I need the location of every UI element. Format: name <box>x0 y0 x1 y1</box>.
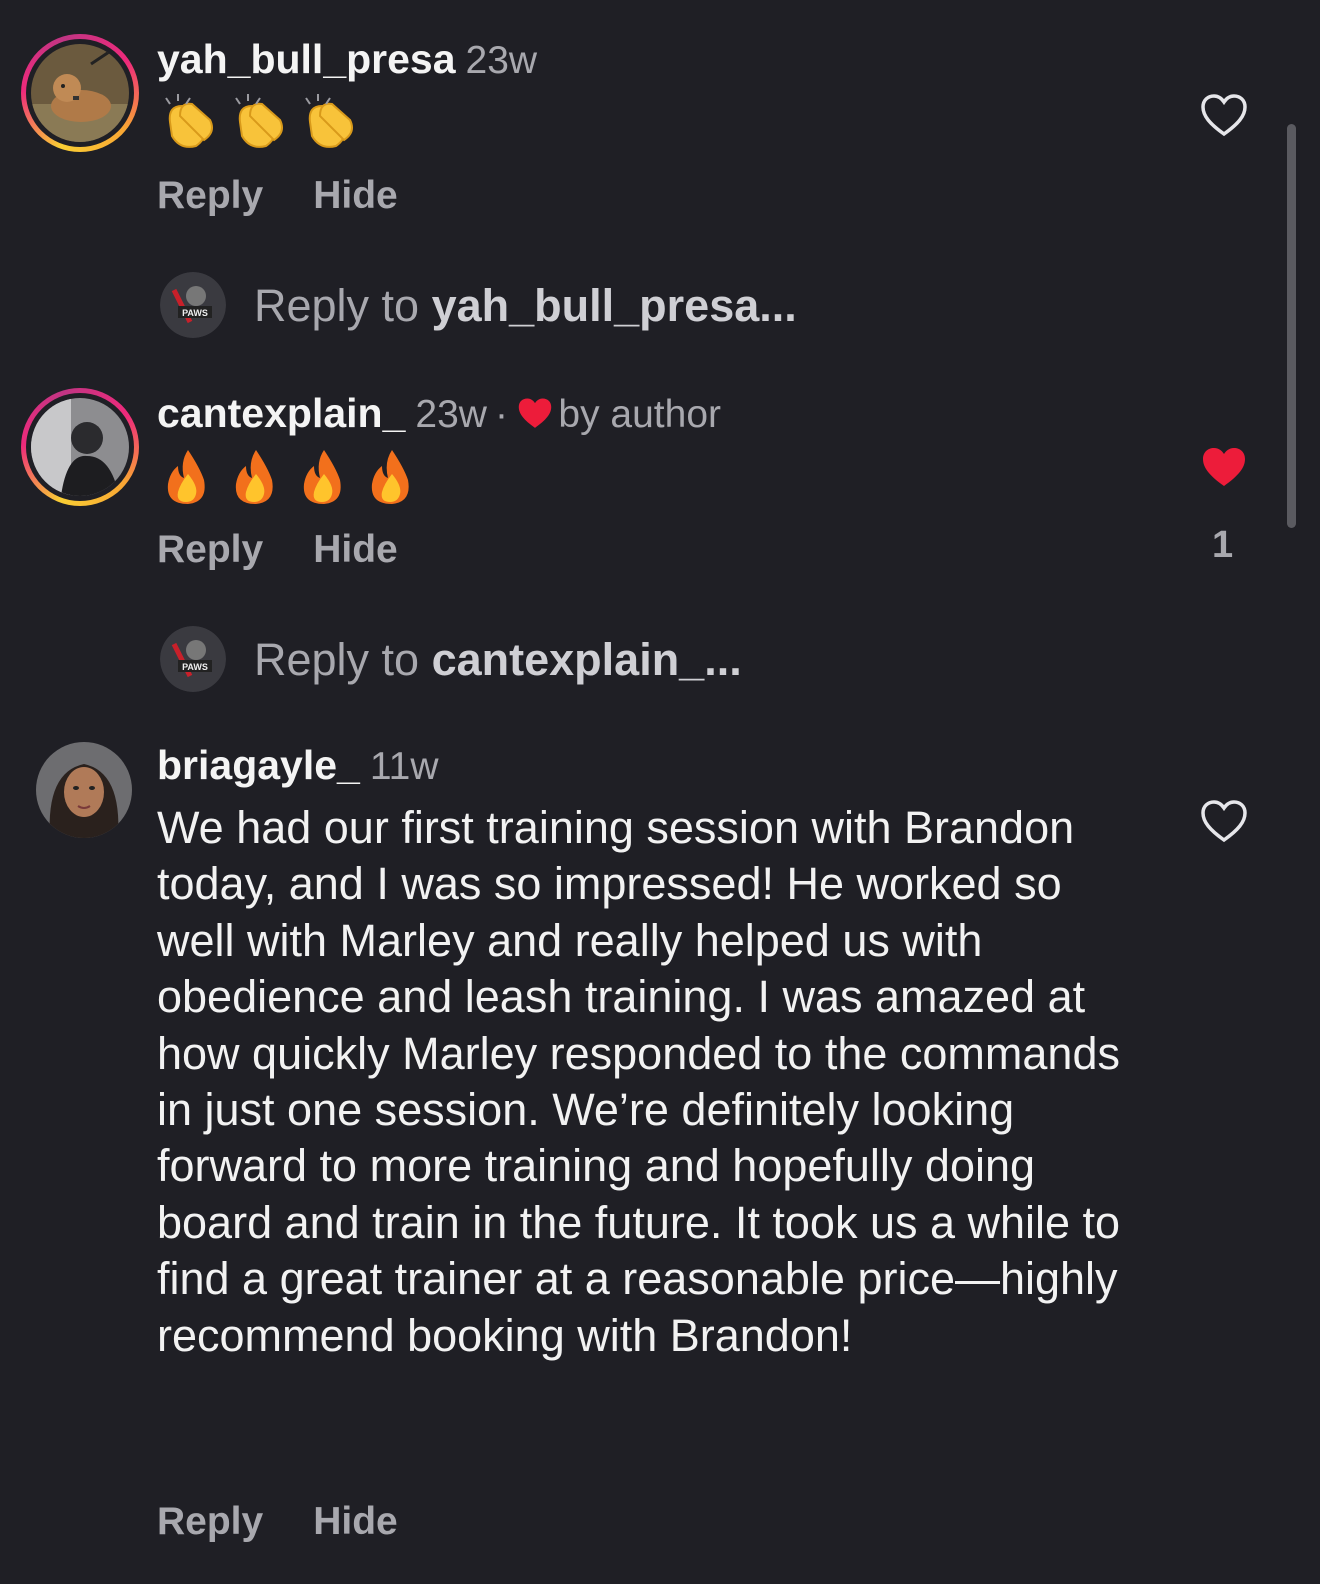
reply-to-target: yah_bull_presa... <box>431 280 797 331</box>
paws-logo-text: PAWS <box>182 662 208 672</box>
person-photo-icon <box>31 398 129 496</box>
dog-photo-icon <box>31 44 129 142</box>
hide-button[interactable]: Hide <box>313 528 398 572</box>
own-profile-avatar: PAWS <box>160 626 226 692</box>
scrollbar[interactable] <box>1287 124 1296 528</box>
comment-actions: Reply Hide <box>157 528 398 572</box>
comments-screen: yah_bull_presa 23w Reply Hide PAWS Reply… <box>0 0 1320 1584</box>
avatar-briagayle[interactable] <box>36 742 132 838</box>
timestamp: 11w <box>369 745 439 788</box>
hide-button[interactable]: Hide <box>313 174 398 218</box>
reply-to-prompt[interactable]: Reply to yah_bull_presa... <box>254 280 797 332</box>
reply-to-prefix: Reply to <box>254 280 432 331</box>
username[interactable]: briagayle_ <box>157 742 360 788</box>
reply-button[interactable]: Reply <box>157 1500 263 1544</box>
comment-header: briagayle_ 11w <box>157 742 439 789</box>
author-heart-icon <box>516 397 554 436</box>
comment-text <box>160 92 372 157</box>
paws-logo-text: PAWS <box>182 308 208 318</box>
person-photo-icon <box>36 742 132 838</box>
like-count: 1 <box>1212 524 1234 566</box>
like-heart-filled-icon[interactable] <box>1200 446 1248 490</box>
separator: · <box>494 393 508 436</box>
hide-button[interactable]: Hide <box>313 1500 398 1544</box>
comment-header: yah_bull_presa 23w <box>157 36 537 83</box>
liked-by-author-label: by author <box>558 393 721 436</box>
clap-emoji-icon <box>160 92 372 157</box>
avatar-yah-bull-presa[interactable] <box>21 34 139 152</box>
comment-actions: Reply Hide <box>157 174 398 218</box>
timestamp: 23w <box>465 39 538 82</box>
avatar-cantexplain[interactable] <box>21 388 139 506</box>
like-heart-outline-icon[interactable] <box>1200 94 1248 138</box>
username[interactable]: yah_bull_presa <box>157 36 456 82</box>
username[interactable]: cantexplain_ <box>157 390 405 436</box>
reply-to-prompt[interactable]: Reply to cantexplain_... <box>254 634 742 686</box>
timestamp: 23w <box>415 393 487 436</box>
reply-button[interactable]: Reply <box>157 528 263 572</box>
reply-to-prefix: Reply to <box>254 634 432 685</box>
reply-button[interactable]: Reply <box>157 174 263 218</box>
comment-actions: Reply Hide <box>157 1500 398 1544</box>
fire-emoji-icon <box>160 446 420 513</box>
like-heart-outline-icon[interactable] <box>1200 800 1248 844</box>
comment-header: cantexplain_ 23w · by author <box>157 390 721 437</box>
comment-text <box>160 446 420 513</box>
own-profile-avatar: PAWS <box>160 272 226 338</box>
comment-text: We had our first training session with B… <box>157 802 1121 1361</box>
reply-to-target: cantexplain_... <box>431 634 742 685</box>
